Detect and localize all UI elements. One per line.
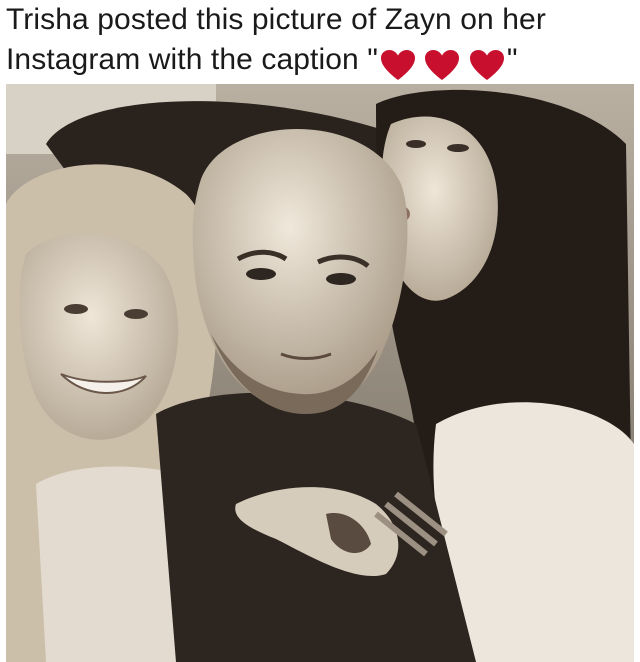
red-heart-icon <box>380 50 415 81</box>
selfie-photo <box>6 84 634 662</box>
man-eye <box>246 268 276 280</box>
photo-illustration <box>6 84 634 662</box>
left-woman-eye <box>64 304 88 314</box>
caption-line-2: Instagram with the caption " " <box>6 40 634 84</box>
caption: Trisha posted this picture of Zayn on he… <box>6 0 634 84</box>
caption-closing-quote: " <box>506 43 518 76</box>
left-woman-face <box>19 233 179 440</box>
right-woman-eye <box>406 140 426 148</box>
man-eye <box>326 273 356 285</box>
caption-line-2-text: Instagram with the caption " <box>6 43 378 76</box>
red-heart-icon <box>425 50 460 81</box>
right-woman-eye <box>447 144 469 152</box>
red-heart-icon <box>469 50 504 81</box>
left-woman-eye <box>124 309 148 319</box>
caption-line-1: Trisha posted this picture of Zayn on he… <box>6 3 546 36</box>
heart-emoji-group <box>380 44 505 84</box>
